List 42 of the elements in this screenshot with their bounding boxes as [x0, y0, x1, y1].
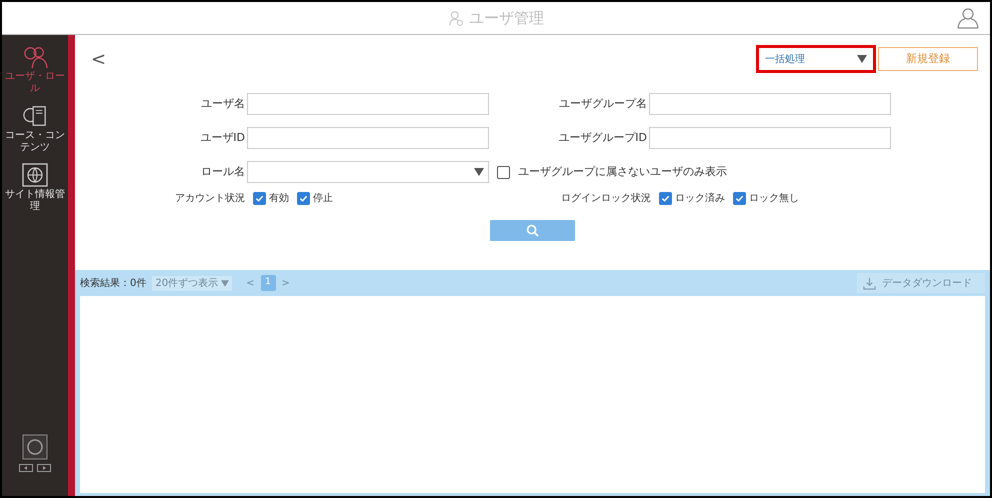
download-button[interactable]: データダウンロード: [857, 273, 985, 293]
sidebar-item[interactable]: サイト情報管理: [4, 163, 66, 212]
input-field[interactable]: [649, 127, 891, 149]
checkbox-label: 有効: [269, 192, 289, 206]
checkbox[interactable]: [659, 192, 672, 205]
input-field[interactable]: [247, 127, 489, 149]
input-field[interactable]: [649, 93, 891, 115]
globe-icon: [22, 163, 48, 187]
caret-icon: [857, 55, 867, 63]
user-icon[interactable]: [956, 6, 980, 30]
status-label: ログインロック状況: [561, 192, 651, 206]
page-title: ユーザ管理: [469, 8, 544, 29]
status-label: アカウント状況: [175, 192, 245, 206]
bulk-action-select[interactable]: 一括処理: [756, 45, 876, 73]
checkbox[interactable]: [297, 192, 310, 205]
previous-page-button[interactable]: <: [246, 276, 254, 290]
search-icon: [526, 224, 539, 237]
select-field[interactable]: [247, 161, 489, 183]
caret-icon: [221, 280, 230, 286]
sidebar-item[interactable]: コース・コンテンツ: [4, 104, 66, 153]
checkbox-label: ロック済み: [675, 192, 725, 206]
checkbox[interactable]: [497, 166, 510, 178]
back-button[interactable]: <: [87, 46, 110, 72]
results-count: 検索結果：0件: [80, 276, 146, 290]
field-label: ロール名: [200, 164, 246, 180]
field-label: ユーザグループ名: [558, 96, 648, 112]
next-page-button[interactable]: >: [282, 276, 290, 290]
field-label: ユーザグループID: [557, 130, 648, 146]
download-icon: [863, 276, 876, 290]
checkbox[interactable]: [253, 192, 266, 205]
field-label: ユーザ名: [200, 96, 246, 112]
checkbox-label: ユーザグループに属さないユーザのみ表示: [518, 164, 727, 180]
sidebar-item[interactable]: ユーザ・ロール: [4, 45, 66, 94]
checkbox-label: ロック無し: [749, 192, 799, 206]
page-size-select[interactable]: 20件ずつ表示: [152, 276, 232, 290]
checkbox[interactable]: [733, 192, 746, 205]
page-button[interactable]: 1: [260, 275, 276, 291]
checkbox-label: 停止: [313, 192, 333, 206]
caret-icon: [474, 168, 484, 176]
field-label: ユーザID: [199, 130, 246, 146]
new-registration-button[interactable]: 新規登録: [878, 47, 978, 71]
input-field[interactable]: [247, 93, 489, 115]
